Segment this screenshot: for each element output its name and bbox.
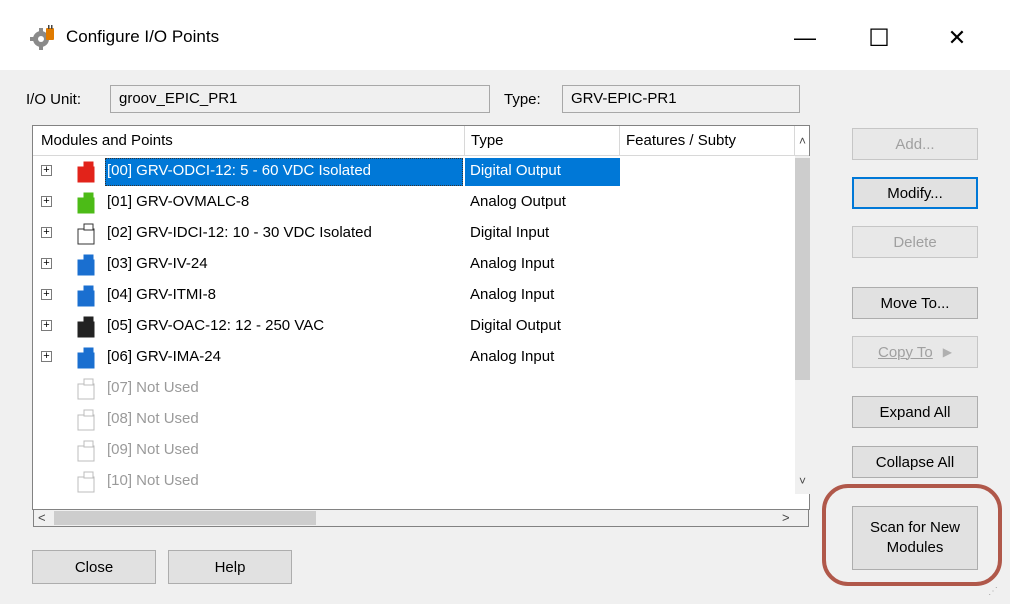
expand-plus-icon[interactable]: + (41, 258, 52, 269)
module-icon (77, 223, 95, 245)
table-row[interactable]: [08] Not Used (33, 405, 793, 436)
module-type: Analog Output (470, 193, 566, 210)
column-header-features[interactable]: Features / Subty (620, 126, 795, 156)
module-name: [04] GRV-ITMI-8 (107, 286, 216, 303)
type-label: Type: (504, 91, 541, 108)
module-name: [05] GRV-OAC-12: 12 - 250 VAC (107, 317, 325, 334)
module-icon (77, 440, 95, 462)
vertical-scroll-thumb[interactable] (795, 158, 810, 380)
horizontal-scrollbar[interactable]: < > (33, 510, 809, 527)
maximize-button[interactable]: ☐ (856, 18, 902, 58)
close-button[interactable]: Close (32, 550, 156, 584)
table-row[interactable]: + [05] GRV-OAC-12: 12 - 250 VAC Digital Ou… (33, 312, 793, 343)
table-row[interactable]: [09] Not Used (33, 436, 793, 467)
module-icon (77, 254, 95, 276)
module-name: [01] GRV-OVMALC-8 (107, 193, 250, 210)
module-name: [00] GRV-ODCI-12: 5 - 60 VDC Isolated (107, 162, 372, 179)
module-icon (77, 378, 95, 400)
close-window-button[interactable]: ✕ (934, 18, 980, 58)
scroll-left-icon[interactable]: < (38, 510, 52, 526)
table-row[interactable]: + [06] GRV-IMA-24 Analog Input (33, 343, 793, 374)
delete-button[interactable]: Delete (852, 226, 978, 258)
scroll-down-icon[interactable]: ˅ (797, 474, 808, 494)
expand-plus-icon[interactable]: + (41, 320, 52, 331)
horizontal-scroll-thumb[interactable] (54, 511, 316, 525)
io-unit-label: I/O Unit: (26, 91, 82, 108)
module-name: [06] GRV-IMA-24 (107, 348, 221, 365)
window-title: Configure I/O Points (66, 27, 220, 46)
module-icon (77, 316, 95, 338)
gear-plug-icon (30, 25, 54, 50)
module-name: [09] Not Used (107, 441, 199, 458)
table-row[interactable]: [10] Not Used (33, 467, 793, 498)
module-icon (77, 285, 95, 307)
column-header-modules[interactable]: Modules and Points (33, 126, 465, 156)
module-icon (77, 192, 95, 214)
module-name: [03] GRV-IV-24 (107, 255, 208, 272)
help-button[interactable]: Help (168, 550, 292, 584)
expand-plus-icon[interactable]: + (41, 196, 52, 207)
module-icon (77, 471, 95, 493)
copy-to-button[interactable]: Copy To ▶ (852, 336, 978, 368)
scroll-up-icon[interactable]: ˄ (797, 126, 808, 156)
module-icon (77, 347, 95, 369)
module-type: Analog Input (470, 348, 555, 365)
arrow-right-icon: ▶ (942, 345, 952, 359)
expand-plus-icon[interactable]: + (41, 351, 52, 362)
module-icon (77, 161, 95, 183)
module-type: Analog Input (470, 255, 555, 272)
io-unit-field: groov_EPIC_PR1 (110, 85, 490, 113)
module-type: Digital Output (470, 317, 561, 334)
expand-all-button[interactable]: Expand All (852, 396, 978, 428)
module-icon (77, 409, 95, 431)
table-row[interactable]: [07] Not Used (33, 374, 793, 405)
type-field: GRV-EPIC-PR1 (562, 85, 800, 113)
modules-table[interactable]: Modules and Points Type Features / Subty… (32, 125, 810, 510)
expand-plus-icon[interactable]: + (41, 227, 52, 238)
highlight-annotation (822, 484, 1002, 586)
scroll-right-icon[interactable]: > (782, 510, 796, 526)
table-row[interactable]: + [01] GRV-OVMALC-8 Analog Output (33, 188, 793, 219)
column-header-type[interactable]: Type (465, 126, 620, 156)
module-name: [02] GRV-IDCI-12: 10 - 30 VDC Isolated (107, 224, 372, 241)
resize-grip-icon[interactable]: ⋰ (988, 587, 1002, 602)
table-row[interactable]: + [02] GRV-IDCI-12: 10 - 30 VDC Isolated D… (33, 219, 793, 250)
add-button[interactable]: Add... (852, 128, 978, 160)
module-name: [10] Not Used (107, 472, 199, 489)
copy-to-label: Copy To (878, 343, 933, 361)
expand-plus-icon[interactable]: + (41, 165, 52, 176)
vertical-scrollbar[interactable]: ˄ ˅ (795, 134, 810, 494)
modify-button[interactable]: Modify... (852, 177, 978, 209)
expand-plus-icon[interactable]: + (41, 289, 52, 300)
module-type: Digital Output (470, 162, 561, 179)
table-row[interactable]: + [04] GRV-ITMI-8 Analog Input (33, 281, 793, 312)
move-to-button[interactable]: Move To... (852, 287, 978, 319)
module-type: Analog Input (470, 286, 555, 303)
minimize-button[interactable]: — (782, 18, 828, 58)
module-type: Digital Input (470, 224, 550, 241)
module-name: [08] Not Used (107, 410, 199, 427)
table-row[interactable]: + [00] GRV-ODCI-12: 5 - 60 VDC Isolated Di… (33, 157, 793, 188)
module-name: [07] Not Used (107, 379, 199, 396)
table-row[interactable]: + [03] GRV-IV-24 Analog Input (33, 250, 793, 281)
collapse-all-button[interactable]: Collapse All (852, 446, 978, 478)
